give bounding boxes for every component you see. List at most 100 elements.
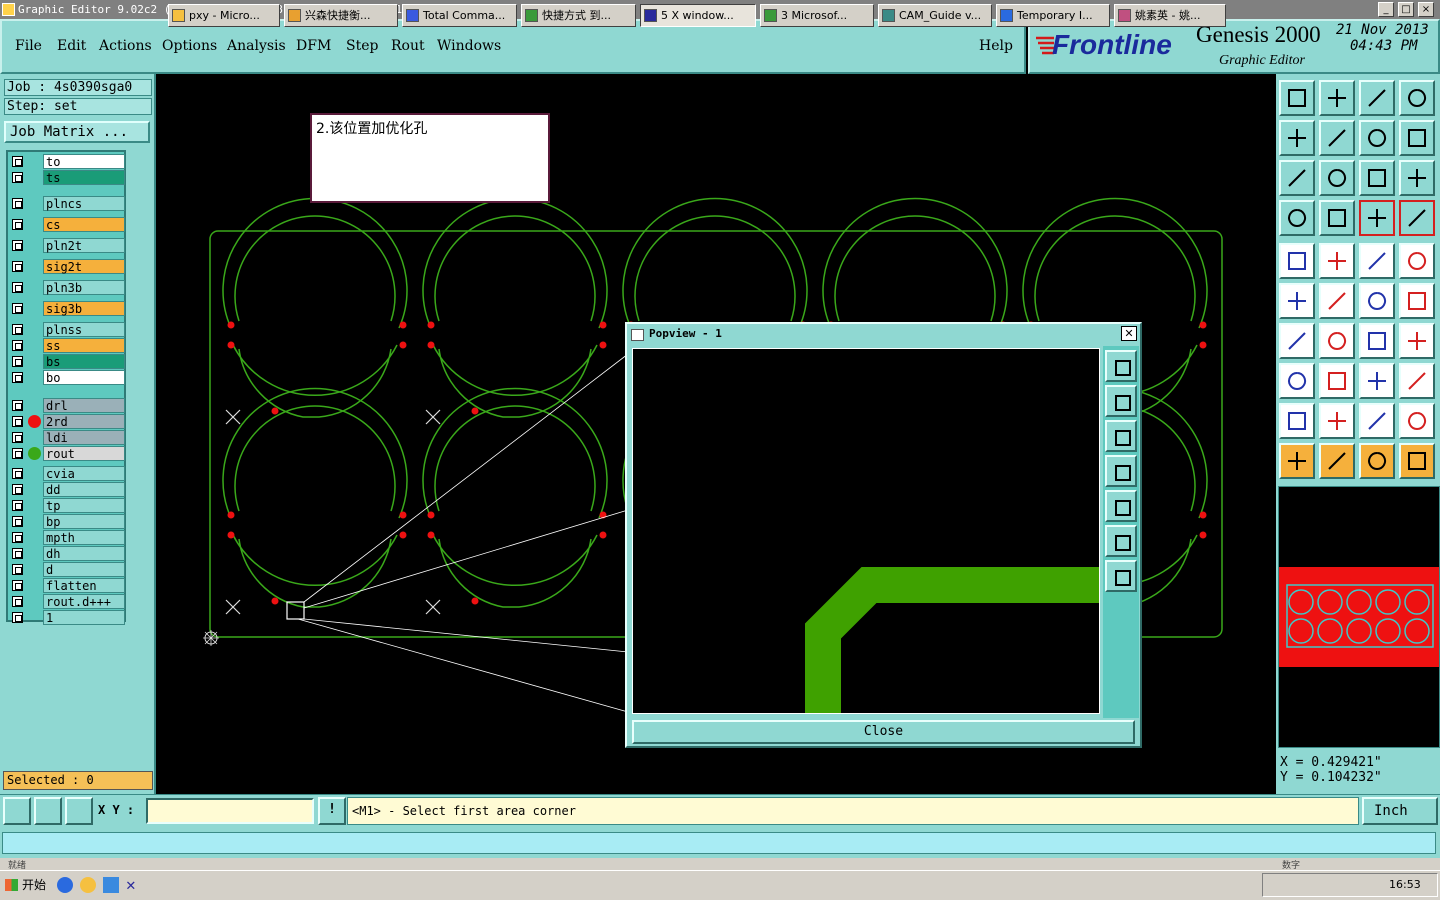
layer-row[interactable]: drl [10,398,125,413]
popview-canvas[interactable] [632,348,1100,714]
scale-1to2-icon[interactable] [1359,160,1395,196]
minimap[interactable] [1278,486,1440,748]
cross-icon[interactable] [1319,283,1355,319]
layer-name[interactable]: sig2t [43,259,125,274]
taskbar-task[interactable]: 5 X window... [640,4,756,27]
layer-name[interactable]: 2rd [43,414,125,429]
pointer-edit-icon[interactable] [1359,443,1395,479]
undo-zoom-icon[interactable] [1359,120,1395,156]
layer-name[interactable]: rout.d+++ [43,594,125,609]
layer-row[interactable]: rout [10,446,125,461]
taskbar-task[interactable]: 3 Microsof... [760,4,874,27]
layer-row[interactable]: to [10,154,125,169]
layer-name[interactable]: plnss [43,322,125,337]
triangle-d-icon[interactable] [1399,403,1435,439]
layer-name[interactable]: bp [43,514,125,529]
popview-left-icon[interactable] [1105,455,1137,487]
shape-icon[interactable] [1399,363,1435,399]
popview-up-icon[interactable] [1105,385,1137,417]
menu-rout[interactable]: Rout [391,38,425,54]
taskbar-task[interactable]: 兴森快捷衡... [284,4,398,27]
layer-name[interactable]: sig3b [43,301,125,316]
layer-name[interactable]: ts [43,170,125,185]
mirror-icon[interactable] [1399,323,1435,359]
layer-row[interactable]: sig2t [10,259,125,274]
layer-row[interactable]: ss [10,338,125,353]
pan-right-icon[interactable] [1319,120,1355,156]
popview-center-icon[interactable] [1105,560,1137,592]
layer-row[interactable]: flatten [10,578,125,593]
xwin-icon[interactable]: ✕ [126,877,142,893]
popview-close-button[interactable]: Close [632,720,1135,744]
dimension-icon[interactable] [1359,363,1395,399]
window-icon[interactable] [1399,80,1435,116]
layer-checkbox[interactable] [12,416,23,427]
layer-row[interactable]: tp [10,498,125,513]
layer-row[interactable]: dh [10,546,125,561]
desktop-icon[interactable] [103,877,119,893]
minimize-button[interactable]: _ [1378,2,1394,17]
unit-selector[interactable]: Inch [1362,797,1438,825]
layer-name[interactable]: d [43,562,125,577]
layer-checkbox[interactable] [12,612,23,623]
layer-name[interactable]: ss [43,338,125,353]
menu-step[interactable]: Step [346,38,378,54]
layer-row[interactable]: cs [10,217,125,232]
angle-icon[interactable] [1279,323,1315,359]
start-button[interactable]: 开始 [2,874,52,896]
xy-input[interactable] [146,798,314,824]
node-icon[interactable] [1399,283,1435,319]
layer-checkbox[interactable] [12,564,23,575]
layer-row[interactable]: d [10,562,125,577]
layers-b-icon[interactable] [1399,200,1435,236]
layer-name[interactable]: rout [43,446,125,461]
popview-down-icon[interactable] [1105,420,1137,452]
layer-row[interactable]: plnss [10,322,125,337]
layer-row[interactable]: 2rd [10,414,125,429]
layer-checkbox[interactable] [12,219,23,230]
layer-row[interactable]: pln2t [10,238,125,253]
pointer-icon[interactable] [1279,443,1315,479]
triangle-a-icon[interactable] [1279,403,1315,439]
segment-icon[interactable] [1319,363,1355,399]
taskbar-task[interactable]: pxy - Micro... [168,4,280,27]
settings-icon[interactable] [1279,200,1315,236]
slope-icon[interactable] [1319,323,1355,359]
layer-checkbox[interactable] [12,282,23,293]
menu-dfm[interactable]: DFM [296,38,331,54]
close-window-button[interactable]: × [1418,2,1434,17]
layer-checkbox[interactable] [12,500,23,511]
triangle-b-icon[interactable] [1319,403,1355,439]
layer-row[interactable]: cvia [10,466,125,481]
triangle-c-icon[interactable] [1359,403,1395,439]
taskbar-task[interactable]: Total Comma... [402,4,517,27]
layer-checkbox[interactable] [12,400,23,411]
layer-row[interactable]: pln3b [10,280,125,295]
layer-name[interactable]: cvia [43,466,125,481]
help-icon[interactable] [1399,160,1435,196]
layer-checkbox[interactable] [12,356,23,367]
layer-name[interactable]: ldi [43,430,125,445]
menu-options[interactable]: Options [162,38,217,54]
fit-icon[interactable] [1279,160,1315,196]
popview-zoom-icon[interactable] [1105,350,1137,382]
connect-icon[interactable] [1279,283,1315,319]
layer-checkbox[interactable] [12,198,23,209]
layer-checkbox[interactable] [12,324,23,335]
redraw-icon[interactable] [1399,120,1435,156]
layer-checkbox[interactable] [12,240,23,251]
layer-name[interactable]: pln3b [43,280,125,295]
layer-name[interactable]: dh [43,546,125,561]
pointer-route-icon[interactable] [1399,443,1435,479]
zoom-area-icon[interactable] [3,797,31,825]
move-point-icon[interactable] [1279,363,1315,399]
layer-checkbox[interactable] [12,448,23,459]
menu-windows[interactable]: Windows [437,38,501,54]
popview-right-icon[interactable] [1105,490,1137,522]
menu-actions[interactable]: Actions [99,38,152,54]
grid-icon[interactable] [65,797,93,825]
draw-icon[interactable] [1319,243,1355,279]
layer-checkbox[interactable] [12,580,23,591]
layer-checkbox[interactable] [12,484,23,495]
pad-icon[interactable] [1399,243,1435,279]
